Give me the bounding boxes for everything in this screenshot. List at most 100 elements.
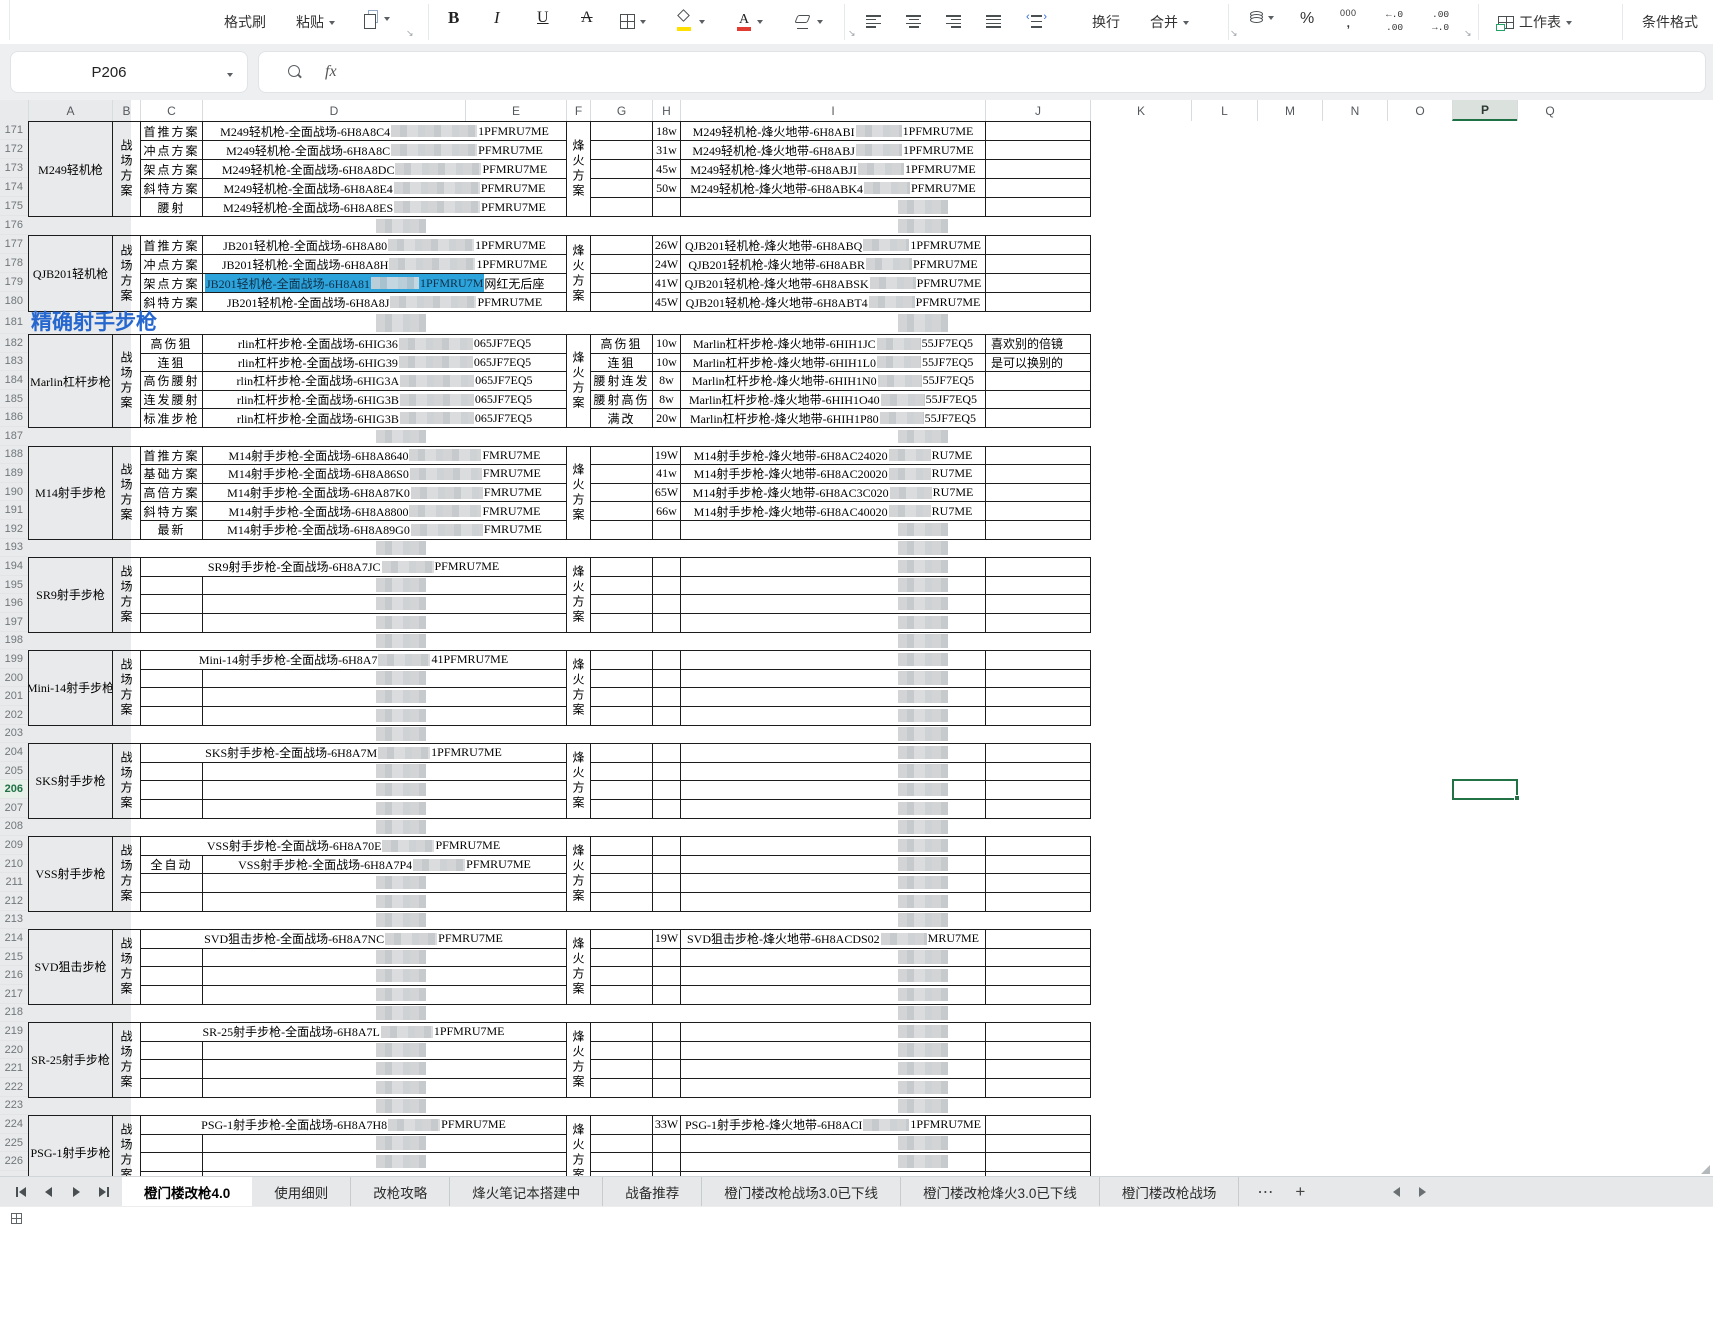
worksheet-button[interactable]: 工作表 — [1496, 12, 1572, 32]
plan-cell[interactable] — [140, 947, 203, 968]
row-header-191[interactable]: 191 — [0, 501, 28, 520]
row-header-194[interactable]: 194 — [0, 557, 28, 576]
cost-cell[interactable] — [652, 594, 681, 614]
justify-button[interactable] — [986, 15, 1001, 28]
fire-code-cell[interactable]: Marlin杠杆步枪-烽火地带-6HIH1O40 55JF7EQ5 — [680, 389, 986, 410]
fire-plan-label[interactable]: 烽火方案 — [566, 650, 591, 726]
cost-cell[interactable] — [652, 650, 681, 670]
code-cell[interactable]: JB201轻机枪-全面战场-6H8A80 1PFMRU7ME — [202, 235, 567, 255]
row-header-180[interactable]: 180 — [0, 292, 28, 311]
fire-plan-cell[interactable] — [590, 1022, 653, 1042]
merge-cells-button[interactable]: 合并 — [1150, 12, 1189, 32]
note-cell[interactable] — [985, 520, 1091, 540]
fire-plan-cell[interactable] — [590, 557, 653, 577]
fire-code-cell[interactable]: M249轻机枪-烽火地带-6H8ABJ 1PFMRU7ME — [680, 140, 986, 160]
fire-code-cell[interactable]: M14射手步枪-烽火地带-6H8AC20020 RU7ME — [680, 464, 986, 484]
note-cell[interactable] — [985, 1040, 1091, 1061]
row-header-174[interactable]: 174 — [0, 178, 28, 197]
row-header-225[interactable]: 225 — [0, 1134, 28, 1153]
fire-plan-cell[interactable] — [590, 159, 653, 179]
fire-plan-cell[interactable] — [590, 197, 653, 217]
plan-cell[interactable] — [140, 1152, 203, 1172]
battle-plan-label[interactable]: 战场方案 — [112, 743, 141, 819]
row-header-216[interactable]: 216 — [0, 966, 28, 985]
note-cell[interactable] — [985, 445, 1091, 466]
fire-plan-cell[interactable] — [590, 594, 653, 614]
fire-plan-cell[interactable] — [590, 292, 653, 312]
note-cell[interactable] — [985, 235, 1091, 255]
plan-cell[interactable]: 冲点方案 — [140, 254, 203, 274]
row-header-219[interactable]: 219 — [0, 1022, 28, 1041]
cost-cell[interactable]: 50w — [652, 178, 681, 198]
battle-plan-label[interactable]: 战场方案 — [112, 557, 141, 633]
note-cell[interactable] — [985, 121, 1091, 141]
row-header-200[interactable]: 200 — [0, 669, 28, 688]
note-cell[interactable] — [985, 966, 1091, 986]
plan-cell[interactable] — [140, 1040, 203, 1061]
plan-cell[interactable]: 斜特方案 — [140, 501, 203, 521]
gun-name-cell[interactable]: M14射手步枪 — [28, 445, 113, 540]
cost-cell[interactable]: 19W — [652, 929, 681, 949]
cost-cell[interactable] — [652, 1040, 681, 1061]
row-header-192[interactable]: 192 — [0, 520, 28, 539]
fire-plan-label[interactable]: 烽火方案 — [566, 1115, 591, 1176]
plan-cell[interactable] — [140, 1078, 203, 1098]
cost-cell[interactable] — [652, 966, 681, 986]
row-header-208[interactable]: 208 — [0, 818, 28, 837]
fire-plan-cell[interactable] — [590, 121, 653, 141]
cost-cell[interactable] — [652, 1152, 681, 1172]
cost-cell[interactable]: 45w — [652, 159, 681, 179]
column-header-H[interactable]: H — [652, 100, 680, 121]
fire-code-cell[interactable]: Marlin杠杆步枪-烽火地带-6HIH1P80 55JF7EQ5 — [680, 408, 986, 428]
fire-plan-cell[interactable] — [590, 1059, 653, 1079]
row-header-226[interactable]: 226 — [0, 1152, 28, 1171]
selected-cell[interactable] — [1452, 779, 1518, 800]
sheet-tab[interactable]: 使用细则 — [252, 1177, 352, 1206]
fire-plan-cell[interactable] — [590, 1171, 653, 1176]
sheet-tab[interactable]: 改枪攻略 — [351, 1177, 451, 1206]
note-cell[interactable] — [985, 254, 1091, 274]
code-cell[interactable]: M14射手步枪-全面战场-6H8A8800 FMRU7ME — [202, 501, 567, 521]
plan-cell[interactable]: 腰射 — [140, 197, 203, 217]
fire-plan-cell[interactable] — [590, 985, 653, 1005]
code-cell[interactable]: VSS射手步枪-全面战场-6H8A7P4 PFMRU7ME — [202, 854, 567, 875]
fire-plan-cell[interactable] — [590, 947, 653, 968]
note-cell[interactable] — [985, 371, 1091, 391]
column-header-I[interactable]: I — [680, 100, 985, 121]
sheet-tab[interactable]: 橙门楼改枪战场3.0已下线 — [702, 1177, 902, 1206]
code-cell[interactable]: SR-25射手步枪-全面战场-6H8A7L 1PFMRU7ME — [140, 1022, 567, 1042]
fire-code-cell[interactable]: M249轻机枪-烽火地带-6H8ABK4 PFMRU7ME — [680, 178, 986, 198]
plan-cell[interactable] — [140, 613, 203, 633]
fire-plan-cell[interactable] — [590, 613, 653, 633]
plan-cell[interactable]: 连发腰射 — [140, 389, 203, 410]
fire-plan-cell[interactable] — [590, 178, 653, 198]
copy-button[interactable] — [364, 10, 390, 29]
gun-name-cell[interactable]: M249轻机枪 — [28, 121, 113, 217]
code-cell[interactable]: M249轻机枪-全面战场-6H8A8C4 1PFMRU7ME — [202, 121, 567, 141]
fire-plan-cell[interactable] — [590, 687, 653, 707]
cost-cell[interactable]: 8w — [652, 371, 681, 391]
cost-cell[interactable] — [652, 799, 681, 819]
row-header-178[interactable]: 178 — [0, 254, 28, 273]
note-cell[interactable] — [985, 613, 1091, 633]
cost-cell[interactable] — [652, 197, 681, 217]
note-cell[interactable] — [985, 1078, 1091, 1098]
row-header-215[interactable]: 215 — [0, 948, 28, 967]
plan-cell[interactable]: 首推方案 — [140, 235, 203, 255]
code-cell[interactable] — [202, 1171, 567, 1176]
cost-cell[interactable]: 26W — [652, 235, 681, 255]
row-header-175[interactable]: 175 — [0, 197, 28, 216]
plan-cell[interactable]: 架点方案 — [140, 273, 203, 293]
plan-cell[interactable]: 标准步枪 — [140, 408, 203, 428]
bold-button[interactable]: B — [448, 8, 459, 28]
note-cell[interactable] — [985, 947, 1091, 968]
currency-format-button[interactable] — [1250, 11, 1274, 23]
column-header-C[interactable]: C — [140, 100, 202, 121]
fire-plan-cell[interactable] — [590, 254, 653, 274]
row-header-197[interactable]: 197 — [0, 613, 28, 632]
row-header-202[interactable]: 202 — [0, 706, 28, 725]
column-header-G[interactable]: G — [590, 100, 652, 121]
fire-plan-label[interactable]: 烽火方案 — [566, 121, 591, 217]
strikethrough-button[interactable]: A — [581, 9, 593, 27]
code-cell[interactable]: rlin杠杆步枪-全面战场-6HIG3B 065JF7EQ5 — [202, 389, 567, 410]
